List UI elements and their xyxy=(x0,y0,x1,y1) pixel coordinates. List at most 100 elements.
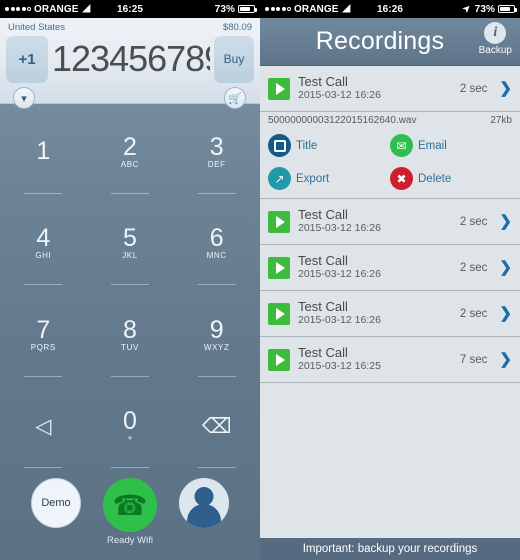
action-label: Delete xyxy=(418,172,452,185)
ready-status-label: Ready Wifi xyxy=(107,535,153,546)
title-action-button[interactable]: Title xyxy=(268,134,390,157)
recording-row[interactable]: Test Call 2015-03-12 16:26 2 sec ❯ xyxy=(260,245,520,291)
chevron-right-icon[interactable]: ❯ xyxy=(499,306,512,321)
demo-action: Demo xyxy=(31,478,81,528)
chevron-down-icon[interactable]: ❯ xyxy=(499,81,512,96)
delete-action-button[interactable]: ✖ Delete xyxy=(390,167,512,190)
key-0[interactable]: 0 + xyxy=(87,381,174,473)
dialer-body: United States $80.09 +1 123456789 Buy ▾ … xyxy=(0,18,260,560)
play-icon[interactable] xyxy=(268,348,290,371)
recording-date: 2015-03-12 16:26 xyxy=(298,89,381,102)
keypad-row: 1 2 ABC 3 DEF xyxy=(0,106,260,198)
key-8[interactable]: 8 TUV xyxy=(87,289,174,381)
key-digit: 9 xyxy=(209,315,224,344)
contacts-button[interactable] xyxy=(179,478,229,528)
keypad: 1 2 ABC 3 DEF 4 GHI 5 JKL 6 MNC 7 PQRS 8… xyxy=(0,104,260,472)
recording-name: Test Call xyxy=(298,206,348,222)
recording-duration: 7 sec xyxy=(459,353,488,366)
key-letters: JKL xyxy=(122,251,138,261)
display-main-row: +1 123456789 Buy xyxy=(6,34,254,84)
key-letters: WXYZ xyxy=(203,342,230,352)
recording-name: Test Call xyxy=(298,73,348,89)
signal-dots-icon xyxy=(265,7,291,11)
key-digit: 6 xyxy=(209,224,224,253)
edit-icon xyxy=(268,134,291,157)
battery-icon xyxy=(498,5,517,13)
recording-duration: 2 sec xyxy=(459,307,488,320)
page-title: Recordings xyxy=(315,27,445,55)
phone-number-input[interactable]: 123456789 xyxy=(52,35,210,83)
recordings-list[interactable]: Test Call 2015-03-12 16:26 2 sec ❯ 50000… xyxy=(260,66,520,538)
recording-name: Test Call xyxy=(298,252,348,268)
call-button[interactable]: ☎ xyxy=(103,478,157,532)
key-5[interactable]: 5 JKL xyxy=(87,198,174,290)
wifi-icon: ◢ xyxy=(342,3,351,14)
file-name: 50000000003122015162640.wav xyxy=(268,115,417,126)
play-icon[interactable] xyxy=(268,302,290,325)
key-digit: 8 xyxy=(123,315,137,344)
key-letters: MNC xyxy=(206,251,227,261)
recording-date: 2015-03-12 16:26 xyxy=(298,268,381,281)
recording-name: Test Call xyxy=(298,298,348,314)
envelope-icon: ✉ xyxy=(390,134,413,157)
key-letters: ABC xyxy=(120,159,140,169)
backup-warning-banner: Important: backup your recordings xyxy=(260,538,520,560)
email-action-button[interactable]: ✉ Email xyxy=(390,134,512,157)
triangle-left-icon[interactable]: ◁ xyxy=(0,381,87,473)
call-action: ☎ Ready Wifi xyxy=(103,478,157,546)
key-7[interactable]: 7 PQRS xyxy=(0,289,87,381)
key-9[interactable]: 9 WXYZ xyxy=(173,289,260,381)
action-label: Email xyxy=(418,139,447,152)
backup-label: Backup xyxy=(478,45,512,56)
buy-button[interactable]: Buy xyxy=(214,35,254,83)
backup-button[interactable]: i Backup xyxy=(479,22,512,56)
status-right-group: 73% xyxy=(215,4,257,15)
key-3[interactable]: 3 DEF xyxy=(173,106,260,198)
key-digit: 0 xyxy=(123,407,137,436)
chevron-right-icon[interactable]: ❯ xyxy=(499,214,512,229)
status-bar-right: ORANGE ◢ 16:26 ➤ 73% xyxy=(260,0,520,18)
keypad-row: ◁ 0 + ⌫ xyxy=(0,381,260,473)
key-6[interactable]: 6 MNC xyxy=(173,198,260,290)
recording-row[interactable]: Test Call 2015-03-12 16:26 2 sec ❯ xyxy=(260,291,520,337)
recording-duration: 2 sec xyxy=(459,261,488,274)
recording-row[interactable]: Test Call 2015-03-12 16:25 7 sec ❯ xyxy=(260,337,520,383)
key-2[interactable]: 2 ABC xyxy=(87,106,174,198)
chevron-right-icon[interactable]: ❯ xyxy=(499,260,512,275)
play-icon[interactable] xyxy=(268,77,290,100)
recording-actions: Title ✉ Email ↗ Export ✖ Delete xyxy=(260,130,520,192)
recording-meta: Test Call 2015-03-12 16:26 xyxy=(298,299,452,328)
carrier-label: ORANGE xyxy=(34,3,79,15)
key-1[interactable]: 1 xyxy=(0,106,87,198)
recording-name: Test Call xyxy=(298,344,348,360)
dialer-screen: ORANGE ◢ 16:25 73% United States $80.09 … xyxy=(0,0,260,560)
action-label: Title xyxy=(296,139,318,152)
recording-duration: 2 sec xyxy=(459,215,488,228)
display-top-row: United States $80.09 xyxy=(6,22,254,34)
wifi-icon: ◢ xyxy=(82,3,91,14)
play-icon[interactable] xyxy=(268,256,290,279)
demo-button[interactable]: Demo xyxy=(31,478,81,528)
play-icon[interactable] xyxy=(268,210,290,233)
key-digit: 2 xyxy=(123,132,137,161)
export-action-button[interactable]: ↗ Export xyxy=(268,167,390,190)
recording-date: 2015-03-12 16:25 xyxy=(298,360,381,373)
signal-dots-icon xyxy=(5,7,31,11)
key-letters: DEF xyxy=(207,159,226,169)
key-digit: 1 xyxy=(36,136,51,165)
contacts-action xyxy=(179,478,229,528)
key-4[interactable]: 4 GHI xyxy=(0,198,87,290)
recording-row[interactable]: Test Call 2015-03-12 16:26 2 sec ❯ xyxy=(260,199,520,245)
key-letters: TUV xyxy=(121,342,139,352)
recording-row-expanded-header[interactable]: Test Call 2015-03-12 16:26 2 sec ❯ xyxy=(260,66,520,112)
dual-screenshot-stage: ORANGE ◢ 16:25 73% United States $80.09 … xyxy=(0,0,520,560)
recordings-body: Recordings i Backup Test Call 2015-03-12… xyxy=(260,18,520,560)
recording-date: 2015-03-12 16:26 xyxy=(298,222,381,235)
recording-meta: Test Call 2015-03-12 16:25 xyxy=(298,345,452,374)
backspace-icon[interactable]: ⌫ xyxy=(173,381,260,473)
key-plus: + xyxy=(127,433,133,444)
country-prefix-button[interactable]: +1 xyxy=(6,35,48,83)
recordings-header: Recordings i Backup xyxy=(260,18,520,66)
recording-duration: 2 sec xyxy=(459,82,488,95)
chevron-right-icon[interactable]: ❯ xyxy=(499,352,512,367)
